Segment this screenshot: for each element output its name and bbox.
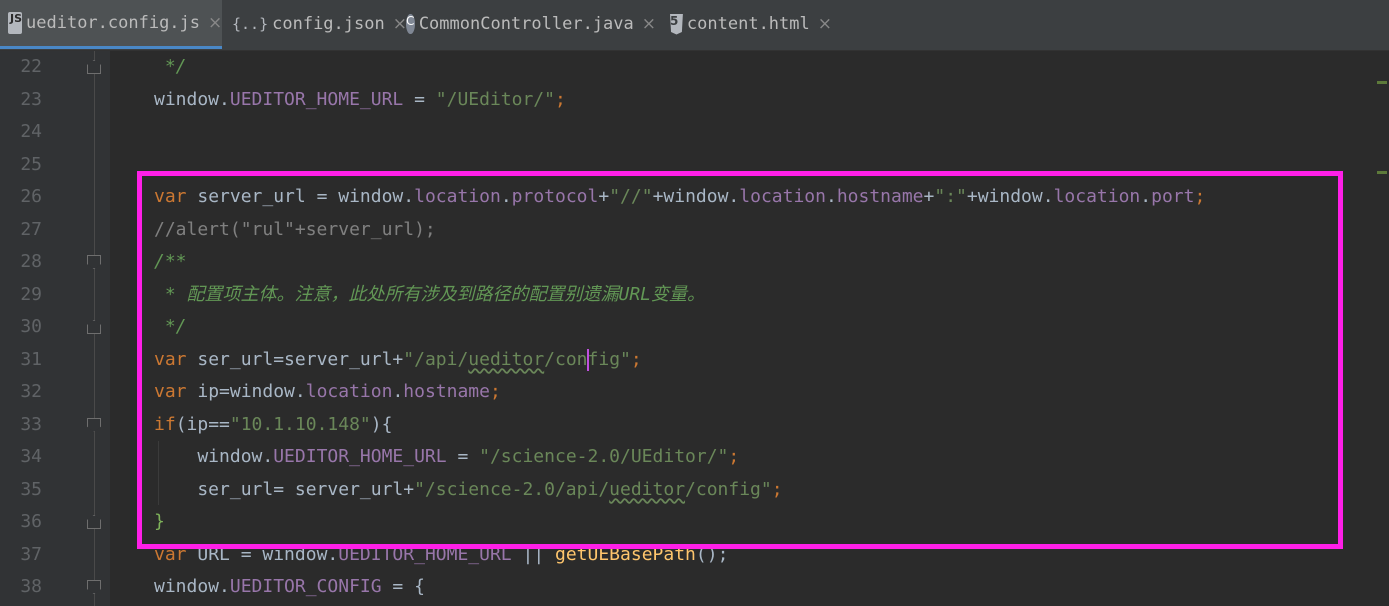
fold-end-icon[interactable]: [87, 60, 101, 74]
code-line: 30 */: [0, 311, 1389, 344]
scroll-marker[interactable]: [1377, 81, 1387, 84]
json-file-icon: {..}: [232, 15, 269, 33]
code-line: 34 window.UEDITOR_HOME_URL = "/science-2…: [0, 441, 1389, 474]
line-number: 38: [20, 576, 42, 597]
line-number: 28: [20, 251, 42, 272]
tab-content-html[interactable]: 5 content.html ×: [662, 0, 832, 48]
line-number: 30: [20, 316, 42, 337]
html5-file-icon: 5: [670, 13, 683, 35]
tab-label: content.html: [686, 14, 810, 34]
line-number: 35: [20, 478, 42, 500]
line-number: 25: [20, 153, 42, 175]
code-line: 24: [0, 116, 1389, 149]
code-text: ser_url= server_url+"/science-2.0/api/ue…: [154, 478, 783, 500]
line-number: 27: [20, 218, 42, 240]
fold-start-icon[interactable]: [87, 580, 101, 594]
code-text: window.UEDITOR_CONFIG = {: [154, 576, 425, 597]
code-line: 28 /**: [0, 246, 1389, 279]
code-line: 35 ser_url= server_url+"/science-2.0/api…: [0, 474, 1389, 507]
code-line: 32 var ip=window.location.hostname;: [0, 376, 1389, 409]
line-number: 31: [20, 348, 42, 370]
fold-end-icon[interactable]: [87, 515, 101, 529]
line-number: 33: [20, 413, 42, 435]
close-icon[interactable]: ×: [208, 13, 222, 33]
line-number: 36: [20, 511, 42, 532]
line-number: 32: [20, 381, 42, 402]
line-number: 34: [20, 446, 42, 467]
tab-label: ueditor.config.js: [26, 13, 201, 33]
code-text: }: [154, 511, 165, 532]
java-class-icon: C: [406, 14, 415, 34]
code-editor[interactable]: 22 */ 23 window.UEDITOR_HOME_URL = "/UEd…: [0, 51, 1389, 606]
code-text: window.UEDITOR_HOME_URL = "/UEditor/";: [154, 88, 566, 110]
line-number: 37: [20, 543, 42, 565]
code-line: 23 window.UEDITOR_HOME_URL = "/UEditor/"…: [0, 84, 1389, 117]
code-line: 25: [0, 149, 1389, 182]
tab-label: config.json: [272, 14, 385, 34]
code-text: var URL = window.UEDITOR_HOME_URL || get…: [154, 543, 729, 565]
close-icon[interactable]: ×: [642, 14, 656, 34]
line-number: 24: [20, 121, 42, 142]
fold-end-icon[interactable]: [87, 320, 101, 334]
fold-start-icon[interactable]: [87, 255, 101, 269]
fold-start-icon[interactable]: [87, 417, 101, 432]
code-line: 29 * 配置项主体。注意，此处所有涉及到路径的配置别遗漏URL变量。: [0, 279, 1389, 312]
tab-common-controller-java[interactable]: C CommonController.java ×: [398, 0, 656, 48]
js-file-icon: JS: [8, 12, 23, 34]
code-text: //alert("rul"+server_url);: [154, 218, 436, 240]
code-line: 31 var ser_url=server_url+"/api/ueditor/…: [0, 344, 1389, 377]
code-line: 37 var URL = window.UEDITOR_HOME_URL || …: [0, 539, 1389, 572]
close-icon[interactable]: ×: [818, 14, 832, 34]
code-text: if(ip=="10.1.10.148"){: [154, 413, 393, 435]
code-text: var ip=window.location.hostname;: [154, 381, 501, 402]
code-text: * 配置项主体。注意，此处所有涉及到路径的配置别遗漏URL变量。: [154, 283, 706, 305]
tab-config-json[interactable]: {..} config.json ×: [224, 0, 407, 48]
code-text: var server_url = window.location.protoco…: [154, 186, 1206, 207]
line-number: 23: [20, 88, 42, 110]
line-number: 22: [20, 56, 42, 77]
code-text: */: [154, 316, 187, 337]
code-text: window.UEDITOR_HOME_URL = "/science-2.0/…: [154, 446, 740, 467]
code-text: var ser_url=server_url+"/api/ueditor/con…: [154, 348, 642, 371]
code-line: 27 //alert("rul"+server_url);: [0, 214, 1389, 247]
code-line: 22 */: [0, 51, 1389, 84]
code-line: 33 if(ip=="10.1.10.148"){: [0, 409, 1389, 442]
code-line: 38 window.UEDITOR_CONFIG = {: [0, 571, 1389, 604]
line-number: 29: [20, 283, 42, 305]
editor-scrollbar[interactable]: [1375, 51, 1389, 606]
line-number: 26: [20, 186, 42, 207]
code-text: /**: [154, 251, 187, 272]
tab-label: CommonController.java: [418, 14, 634, 34]
code-line: 26 var server_url = window.location.prot…: [0, 181, 1389, 214]
code-line: 36 }: [0, 506, 1389, 539]
tab-ueditor-config-js[interactable]: JS ueditor.config.js ×: [0, 0, 222, 49]
editor-tab-bar: JS ueditor.config.js × {..} config.json …: [0, 0, 1389, 51]
code-text: */: [154, 56, 187, 77]
scroll-marker[interactable]: [1377, 171, 1387, 174]
